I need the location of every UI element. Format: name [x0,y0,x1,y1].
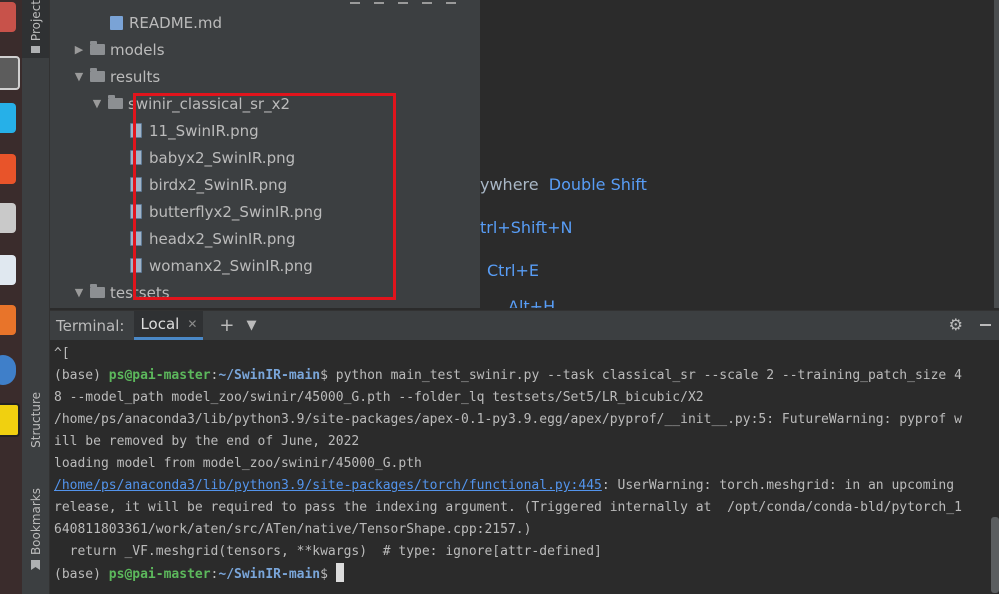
collapse-icon[interactable] [398,0,408,4]
chevron-down-icon[interactable]: ▼ [72,70,86,83]
terminal-line: (base) ps@pai-master:~/SwinIR-main$ [54,563,986,586]
tab-bookmarks[interactable]: Bookmarks [22,488,49,580]
prompt-env: (base) [54,567,109,582]
locate-icon[interactable] [350,0,360,4]
terminal-line: release, it will be required to pass the… [54,500,962,515]
folder-icon [90,41,105,55]
expand-icon[interactable] [374,0,384,4]
terminal-line: loading model from model_zoo/swinir/4500… [54,456,422,471]
close-icon[interactable]: ✕ [187,317,197,331]
hint-key: trl+Shift+N [480,218,573,237]
terminal-line: (base) ps@pai-master:~/SwinIR-main$ pyth… [54,365,986,387]
prompt-user: ps@pai-master [108,368,211,383]
terminal-line: 8 --model_path model_zoo/swinir/45000_G.… [54,390,704,405]
chevron-down-icon[interactable]: ▼ [72,286,86,299]
hide-icon[interactable] [446,0,456,4]
prompt-env: (base) [54,368,109,383]
launcher-app-icon[interactable] [0,56,20,90]
hint-key: Alt+H [508,297,556,308]
hint-key: Ctrl+E [487,261,539,280]
tree-item-results[interactable]: ▼ results [72,63,161,90]
terminal-line: ^[ [54,346,70,361]
terminal-cursor [335,563,344,582]
prompt-path: ~/SwinIR-main [218,368,321,383]
prompt-end: $ [320,567,336,582]
folder-icon [90,284,105,298]
terminal-line: return _VF.meshgrid(tensors, **kwargs) #… [54,544,602,559]
tab-structure[interactable]: Structure [22,392,49,462]
chevron-down-icon[interactable]: ▼ [90,97,104,110]
terminal-line: /home/ps/anaconda3/lib/python3.9/site-pa… [54,475,986,497]
folder-icon [108,95,123,109]
bookmark-icon [31,560,40,571]
editor-hint-recent: Ctrl+E [487,261,539,280]
terminal-line: ill be removed by the end of June, 2022 [54,434,360,449]
editor-welcome-area: ywhere Double Shift trl+Shift+N Ctrl+E A… [480,0,999,308]
terminal-title: Terminal: [56,316,125,335]
project-tab-icon [31,46,40,53]
tab-local[interactable]: Local ✕ [134,311,204,340]
tree-item-label: models [110,40,165,59]
editor-hint-nav: Alt+H [508,297,555,308]
terminal-line: 640811803361/work/aten/src/ATen/native/T… [54,522,532,537]
terminal-panel: Terminal: Local ✕ + ▼ ⚙ ^[ (base) ps@pai-… [50,310,999,594]
tab-project[interactable]: Project [22,0,49,58]
tab-project-label: Project [28,0,43,42]
minimize-icon[interactable] [980,324,991,326]
terminal-line: /home/ps/anaconda3/lib/python3.9/site-pa… [54,412,962,427]
launcher-app-icon[interactable] [0,305,16,335]
hint-key: Double Shift [548,175,647,194]
terminal-header: Terminal: Local ✕ + ▼ ⚙ [50,310,999,340]
tool-window-stripe: Project Structure Bookmarks [22,0,50,594]
launcher-app-icon[interactable] [0,403,20,437]
launcher-app-icon[interactable] [0,203,16,233]
tab-bookmarks-label: Bookmarks [28,488,43,556]
launcher-app-icon[interactable] [0,355,16,385]
tree-item-label: results [110,67,161,86]
file-link[interactable]: /home/ps/anaconda3/lib/python3.9/site-pa… [54,478,602,493]
editor-hint-search: ywhere Double Shift [480,175,647,194]
launcher-app-icon[interactable] [0,2,16,32]
command-text: $ python main_test_swinir.py --task clas… [320,368,962,383]
tab-structure-label: Structure [28,392,43,448]
chevron-right-icon[interactable]: ▶ [72,43,86,56]
red-highlight-box [133,93,396,300]
hint-text: ywhere [480,175,539,194]
tree-item-label: README.md [129,13,223,32]
launcher-app-icon[interactable] [0,255,16,285]
prompt-user: ps@pai-master [108,567,211,582]
warning-text: : UserWarning: torch.meshgrid: in an upc… [601,478,955,493]
options-icon[interactable] [422,0,432,4]
folder-icon [90,68,105,82]
terminal-output[interactable]: ^[ (base) ps@pai-master:~/SwinIR-main$ py… [54,343,986,586]
project-toolbar [350,0,456,4]
tree-item-models[interactable]: ▶ models [72,36,165,63]
app-launcher [0,0,22,594]
chevron-down-icon[interactable]: ▼ [247,318,257,333]
tree-item-readme[interactable]: README.md [110,9,222,36]
markdown-file-icon [110,15,123,30]
launcher-app-icon[interactable] [0,154,16,184]
terminal-scrollbar[interactable] [991,517,999,593]
prompt-path: ~/SwinIR-main [218,567,321,582]
project-panel: README.md ▶ models ▼ results ▼ swinir_cl… [50,0,480,308]
launcher-app-icon[interactable] [0,103,16,133]
editor-hint-goto-file: trl+Shift+N [480,218,572,237]
tab-local-label: Local [140,315,180,333]
add-tab-icon[interactable]: + [219,315,234,336]
right-tool-stripe [994,0,999,308]
gear-icon[interactable]: ⚙ [949,315,963,334]
